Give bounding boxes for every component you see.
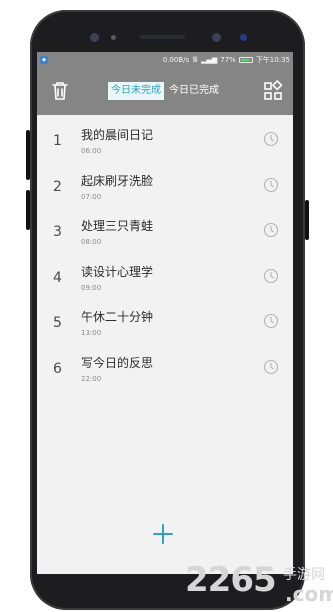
task-time: 09:00 (81, 283, 102, 292)
tab-unfinished-today[interactable]: 今日未完成 (108, 82, 164, 100)
notification-icon: ◆ (40, 55, 48, 64)
clock-icon[interactable] (263, 177, 279, 193)
task-time: 13:00 (81, 329, 102, 337)
task-number: 3 (53, 224, 62, 240)
battery-percent: 77% (220, 55, 236, 64)
task-title: 写今日的反思 (81, 355, 154, 370)
task-time: 07:00 (81, 192, 102, 201)
sensor-dot (111, 35, 116, 40)
clock-time: 下午10:35 (255, 55, 290, 64)
task-title: 我的晨间日记 (81, 128, 154, 142)
status-bar: ◆ 0.00B/s ᯾ ▂▄▆ 77% 下午10:35 (37, 52, 293, 67)
watermark-logo: 2265 手游网 .com (185, 560, 333, 610)
clock-icon[interactable] (263, 131, 279, 147)
task-number: 1 (53, 133, 62, 149)
clock-icon[interactable] (263, 222, 279, 238)
app-toolbar: 今日未完成 今日已完成 (37, 67, 293, 115)
task-row[interactable]: 6 写今日的反思 22:00 (37, 347, 293, 393)
task-title: 处理三只青蛙 (81, 219, 154, 233)
task-time: 22:00 (81, 374, 102, 383)
tab-bar: 今日未完成 今日已完成 (108, 82, 222, 100)
plus-icon[interactable] (151, 522, 175, 546)
task-time: 08:00 (81, 238, 102, 246)
task-number: 2 (53, 178, 62, 195)
task-row[interactable]: 4 读设计心理学 09:00 (37, 256, 293, 302)
tab-finished-today[interactable]: 今日已完成 (166, 82, 222, 100)
task-time: 06:00 (81, 147, 102, 155)
trash-icon[interactable] (48, 79, 72, 103)
earpiece-speaker (140, 35, 185, 39)
task-list: 1 我的晨间日记 06:00 2 起床刷牙洗脸 07:00 3 处理三只青蛙 08:00 4 读设计… (37, 115, 293, 392)
clock-icon[interactable] (263, 268, 279, 284)
task-number: 6 (53, 360, 62, 377)
task-row[interactable]: 3 处理三只青蛙 08:00 (37, 210, 293, 256)
task-title: 起床刷牙洗脸 (81, 173, 154, 188)
power-button (305, 200, 309, 240)
wifi-icon: ᯾ (192, 55, 199, 63)
clock-icon[interactable] (263, 359, 279, 375)
task-number: 5 (53, 315, 62, 331)
task-row[interactable]: 1 我的晨间日记 06:00 (37, 119, 293, 165)
status-right: 0.00B/s ᯾ ▂▄▆ 77% 下午10:35 (163, 55, 290, 65)
task-title: 午休二十分钟 (81, 310, 154, 324)
clock-icon[interactable] (263, 313, 279, 329)
app-screen: ◆ 0.00B/s ᯾ ▂▄▆ 77% 下午10:35 今日未完成 今日已完成 (37, 52, 293, 574)
sensor-dot (90, 33, 99, 42)
network-speed: 0.00B/s (162, 55, 190, 64)
grid-icon[interactable] (261, 79, 285, 103)
task-title: 读设计心理学 (81, 264, 154, 279)
watermark-number: 2265 (185, 560, 277, 600)
task-number: 4 (53, 269, 62, 286)
task-row[interactable]: 5 午休二十分钟 13:00 (37, 301, 293, 347)
signal-icon: ▂▄▆ (201, 55, 218, 64)
watermark-domain: .com (285, 582, 333, 606)
battery-icon (238, 56, 253, 63)
watermark-site: 手游网 (283, 567, 325, 583)
iris-sensor (240, 34, 247, 41)
front-camera (212, 33, 221, 42)
task-row[interactable]: 2 起床刷牙洗脸 07:00 (37, 165, 293, 211)
